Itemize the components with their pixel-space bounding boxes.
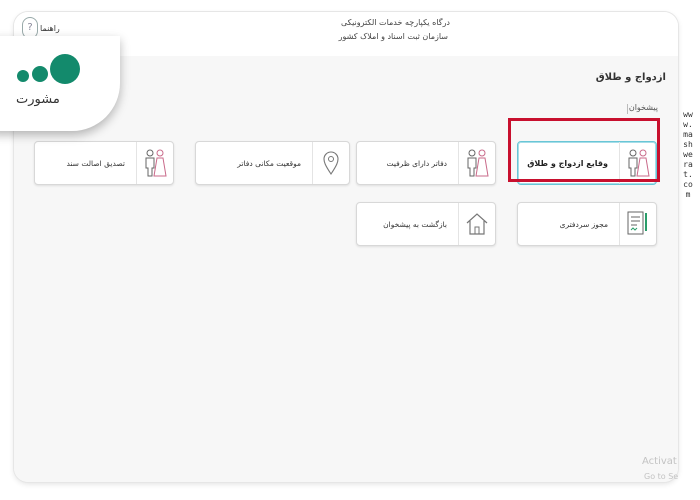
card-back-to-dashboard[interactable]: بازگشت به پیشخوان <box>356 202 496 246</box>
card-label: تصدیق اصالت سند <box>66 158 125 168</box>
logo-dot <box>17 70 29 82</box>
organization-title: سازمان ثبت اسناد و املاک کشور <box>338 32 448 41</box>
logo: مشورت <box>0 36 120 131</box>
card-label: مجوز سردفتری <box>559 219 608 229</box>
logo-dot <box>32 66 48 82</box>
page-title: ازدواج و طلاق <box>595 72 666 83</box>
logo-dot <box>50 54 80 84</box>
portal-title: درگاه یکپارچه خدمات الکترونیکی <box>341 18 450 27</box>
logo-wordmark: مشورت <box>16 92 60 107</box>
map-pin-icon <box>312 142 349 184</box>
card-document-authentication[interactable]: تصدیق اصالت سند <box>34 141 174 185</box>
card-capacity-offices[interactable]: دفاتر دارای ظرفیت <box>356 141 496 185</box>
home-icon <box>458 203 495 245</box>
activation-watermark-sub: Go to Se <box>644 472 679 481</box>
card-label: موقعیت مکانی دفاتر <box>237 158 301 168</box>
document-pen-icon <box>619 203 656 245</box>
highlight-box <box>508 118 660 182</box>
activation-watermark: Activat <box>642 456 677 467</box>
couple-icon <box>136 142 173 184</box>
card-notary-license[interactable]: مجوز سردفتری <box>517 202 657 246</box>
card-office-location[interactable]: موقعیت مکانی دفاتر <box>195 141 350 185</box>
couple-icon <box>458 142 495 184</box>
breadcrumb[interactable]: پیشخوان <box>629 103 658 112</box>
card-label: بازگشت به پیشخوان <box>383 219 447 229</box>
help-link[interactable]: راهنما <box>40 24 60 33</box>
card-label: دفاتر دارای ظرفیت <box>386 158 447 168</box>
website-watermark: www.mashwerat.com <box>683 110 693 199</box>
breadcrumb-separator <box>627 104 628 114</box>
